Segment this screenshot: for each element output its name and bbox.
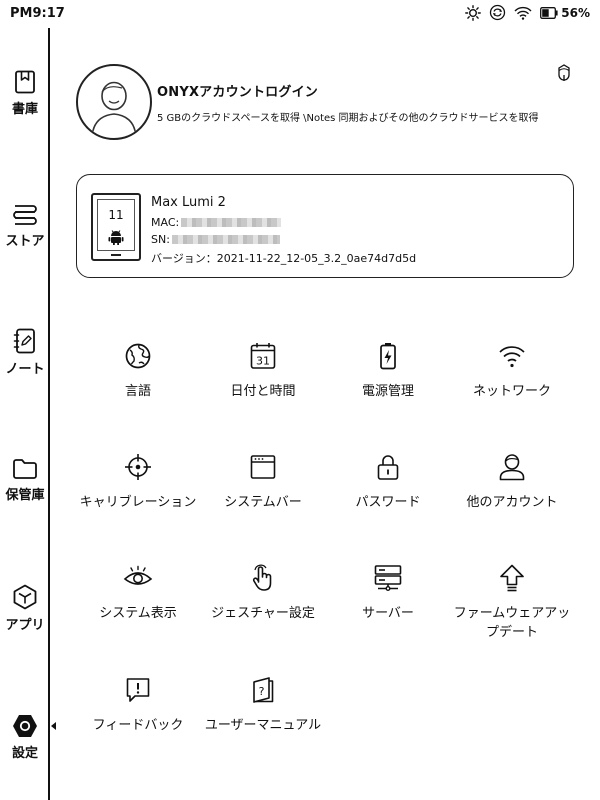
setting-label: 電源管理 (361, 384, 414, 399)
active-indicator (51, 722, 56, 730)
status-bar: PM9:17 56% (0, 0, 600, 28)
sidebar-item-store[interactable]: ストア (0, 204, 50, 249)
setting-label: パスワード (355, 495, 421, 510)
device-sn: SN: (151, 233, 280, 246)
svg-text:?: ? (259, 685, 265, 698)
store-icon (13, 205, 37, 225)
calendar-day: 31 (256, 355, 270, 368)
status-icons: 56% (465, 4, 590, 21)
device-name: Max Lumi 2 (151, 195, 226, 210)
setting-label: ネットワーク (472, 384, 551, 399)
account-description: 5 GBのクラウドスペースを取得 \Notes 同期およびその他のクラウドサービ… (157, 113, 539, 124)
setting-user-manual[interactable]: ? ユーザーマニュアル (188, 676, 338, 735)
account-login-title[interactable]: ONYXアカウントログイン (157, 81, 318, 100)
device-info-card[interactable]: 11 Max Lumi 2 MAC: SN: バージョン：2021-11-22_… (76, 174, 574, 278)
setting-label: システム表示 (99, 606, 177, 621)
sidebar-item-label: 保管庫 (5, 488, 45, 503)
battery-charge-icon (380, 343, 396, 370)
calendar-icon: 31 (250, 343, 276, 369)
sidebar-item-settings[interactable]: 設定 (0, 714, 56, 761)
mac-redacted (181, 218, 282, 227)
setting-other-accounts[interactable]: 他のアカウント (437, 453, 587, 512)
sidebar-item-storage[interactable]: 保管庫 (0, 458, 50, 503)
lock-icon (377, 455, 399, 480)
upgrade-icon (500, 564, 524, 592)
account-section: ONYXアカウントログイン 5 GBのクラウドスペースを取得 \Notes 同期… (76, 64, 586, 140)
setting-label: 日付と時間 (230, 384, 296, 399)
device-illustration: 11 (91, 193, 141, 261)
eye-icon (123, 565, 153, 585)
status-time: PM9:17 (10, 6, 65, 21)
device-mac: MAC: (151, 216, 282, 229)
sidebar-item-label: 書庫 (11, 102, 38, 117)
library-icon (15, 70, 35, 94)
globe-icon (125, 343, 151, 369)
battery-icon (540, 6, 558, 19)
wifi-icon[interactable] (514, 6, 532, 20)
brightness-icon[interactable] (465, 4, 482, 21)
server-icon (374, 565, 402, 592)
avatar[interactable] (76, 64, 152, 140)
sidebar-item-label: アプリ (5, 618, 45, 633)
device-screen-number: 11 (108, 208, 124, 222)
sn-label: SN: (151, 233, 170, 246)
user-icon (499, 454, 525, 481)
setting-network[interactable]: ネットワーク (437, 342, 587, 401)
mac-label: MAC: (151, 216, 180, 229)
setting-label: 言語 (124, 384, 151, 399)
sidebar-item-note[interactable]: ノート (0, 328, 50, 377)
apps-icon (13, 584, 37, 610)
setting-label: ファームウェアアップデート (453, 606, 571, 640)
settings-icon (13, 715, 37, 737)
setting-label: ジェスチャー設定 (211, 606, 315, 621)
sync-icon[interactable] (489, 4, 506, 21)
android-icon (108, 230, 124, 245)
sidebar-item-library[interactable]: 書庫 (0, 70, 50, 117)
sn-redacted (171, 235, 280, 244)
user-avatar-icon (91, 81, 137, 137)
note-icon (13, 328, 35, 354)
setting-label: ユーザーマニュアル (204, 718, 322, 733)
setting-firmware-update[interactable]: ファームウェアアップデート (437, 564, 587, 642)
manual-icon: ? (253, 677, 274, 703)
wifi-icon (499, 346, 525, 368)
system-bar-icon (250, 455, 276, 479)
sidebar: 書庫 ストア ノート 保管庫 アプリ 設定 (0, 28, 56, 800)
calibration-icon (125, 454, 151, 480)
setting-label: 他のアカウント (466, 495, 558, 510)
sidebar-item-label: ストア (5, 234, 45, 249)
gesture-icon (252, 564, 272, 591)
sidebar-item-label: ノート (5, 362, 45, 377)
folder-icon (13, 459, 37, 479)
feedback-icon (126, 678, 150, 702)
sidebar-item-label: 設定 (11, 746, 38, 761)
sidebar-item-apps[interactable]: アプリ (0, 584, 50, 633)
setting-label: キャリブレーション (79, 495, 197, 510)
setting-label: フィードバック (92, 718, 184, 733)
cloud-shield-icon[interactable] (556, 64, 572, 82)
setting-label: サーバー (362, 606, 414, 621)
device-version: バージョン：2021-11-22_12-05_3.2_0ae74d7d5d (151, 252, 417, 265)
setting-label: システムバー (224, 495, 302, 510)
battery-percent: 56% (561, 5, 590, 20)
